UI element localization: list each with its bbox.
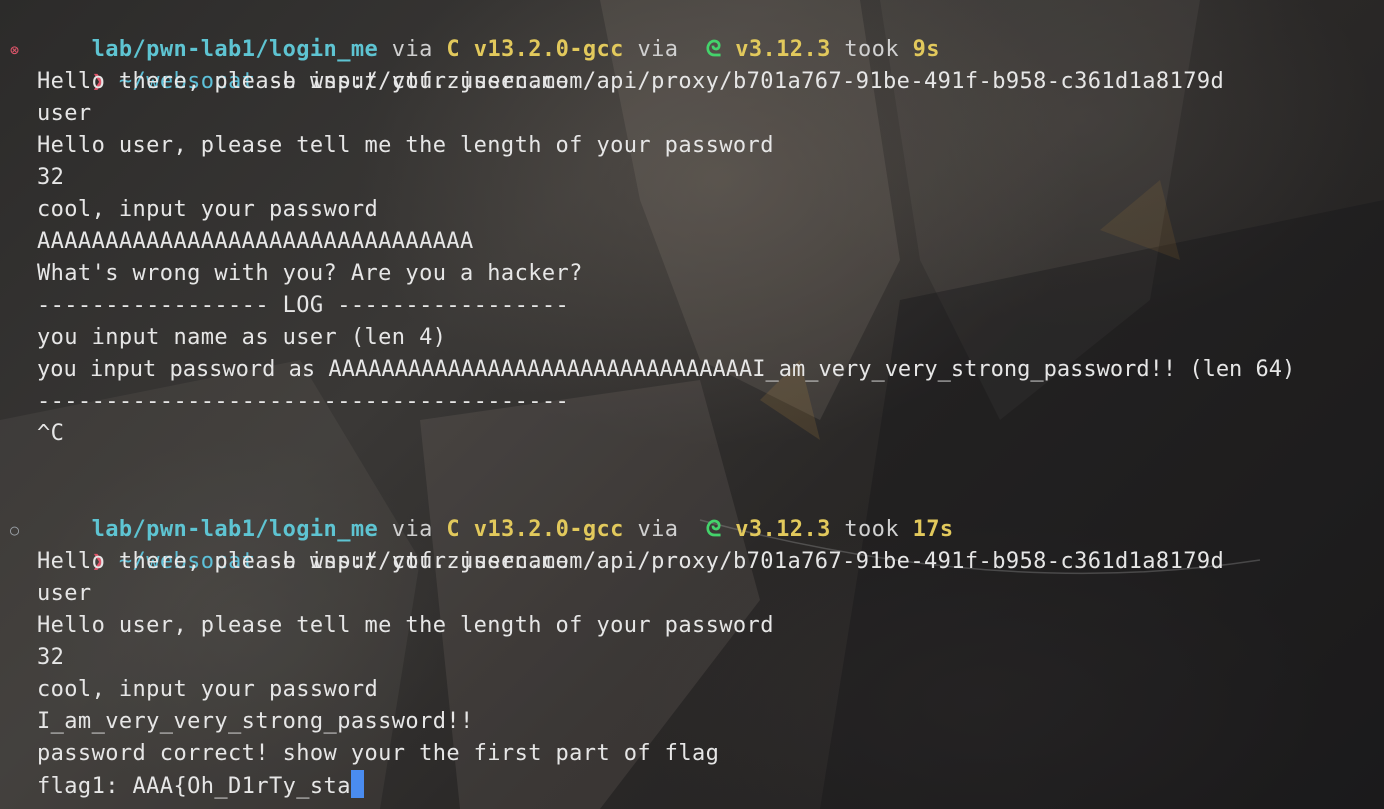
output-line: 32 <box>37 165 65 190</box>
flag-output-text: flag1: AAA{Oh_D1rTy_sta <box>37 774 351 799</box>
command-line: ❯ ~/websocat -b wss://ctf.zjusec.com/api… <box>37 34 1224 94</box>
output-line: AAAAAAAAAAAAAAAAAAAAAAAAAAAAAAAA <box>37 229 474 254</box>
output-line: ^C <box>37 421 65 446</box>
running-status-icon: ○ <box>10 521 20 539</box>
output-line: What's wrong with you? Are you a hacker? <box>37 261 583 286</box>
output-line: user <box>37 581 92 606</box>
text-cursor <box>350 770 364 798</box>
output-line: Hello user, please tell me the length of… <box>37 613 774 638</box>
input-line[interactable]: flag1: AAA{Oh_D1rTy_sta <box>37 770 364 802</box>
output-line: you input password as AAAAAAAAAAAAAAAAAA… <box>37 357 1296 382</box>
output-line: you input name as user (len 4) <box>37 325 447 350</box>
output-line: user <box>37 101 92 126</box>
prompt-line: lab/pwn-lab1/login_me via C v13.2.0-gcc … <box>37 2 940 62</box>
output-line: Hello there, please input your username <box>37 69 570 94</box>
prompt-line: lab/pwn-lab1/login_me via C v13.2.0-gcc … <box>37 482 954 542</box>
output-line: cool, input your password <box>37 677 379 702</box>
command-line: ❯ ~/websocat -b wss://ctf.zjusec.com/api… <box>37 514 1224 574</box>
error-status-icon: ⊗ <box>10 41 20 59</box>
output-line: cool, input your password <box>37 197 379 222</box>
output-line: --------------------------------------- <box>37 389 570 414</box>
output-line: Hello user, please tell me the length of… <box>37 133 774 158</box>
terminal[interactable]: lab/pwn-lab1/login_me via C v13.2.0-gcc … <box>0 0 1384 809</box>
output-line: I_am_very_very_strong_password!! <box>37 709 474 734</box>
output-line: 32 <box>37 645 65 670</box>
output-line: password correct! show your the first pa… <box>37 741 720 766</box>
output-line: Hello there, please input your username <box>37 549 570 574</box>
output-line: ----------------- LOG ----------------- <box>37 293 570 318</box>
